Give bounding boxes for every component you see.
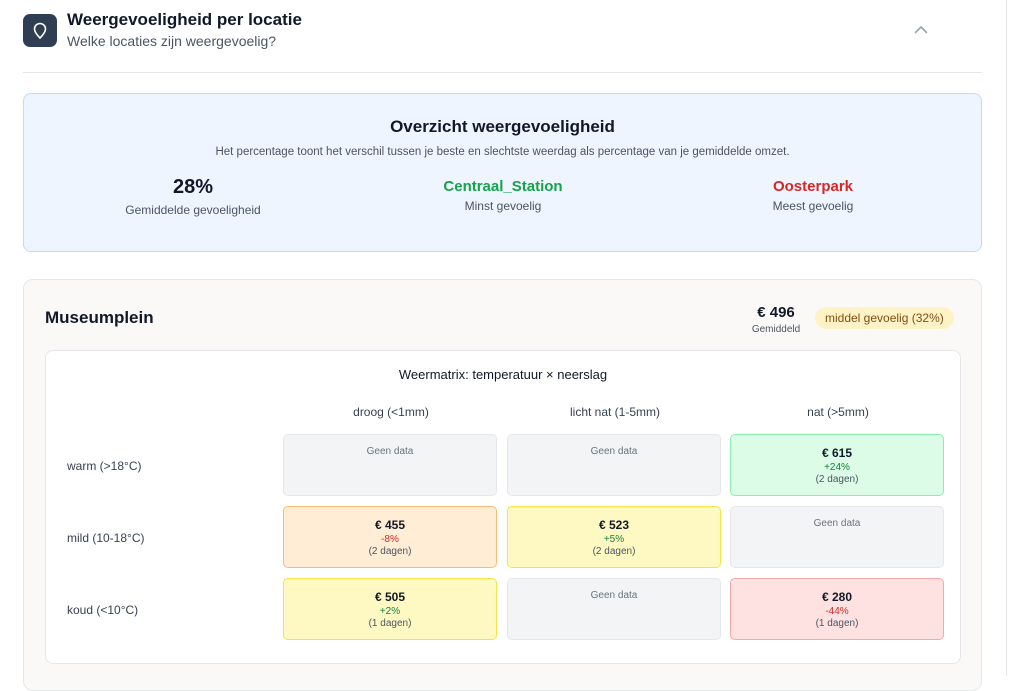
matrix-cell: Geen data xyxy=(507,434,721,496)
stat-most-value: Oosterpark xyxy=(772,178,854,195)
matrix-cell: € 280 -44% (1 dagen) xyxy=(730,578,944,640)
no-data-text: Geen data xyxy=(590,590,638,601)
matrix-title: Weermatrix: temperatuur × neerslag xyxy=(398,367,608,382)
stat-least-sensitive: Centraal_Station Minst gevoelig xyxy=(383,178,623,213)
column-header-dry: droog (<1mm) xyxy=(353,405,429,419)
location-average-label: Gemiddeld xyxy=(751,324,801,335)
cell-days: (1 dagen) xyxy=(368,618,412,629)
cell-percentage: -44% xyxy=(825,606,849,617)
overview-description: Het percentage toont het verschil tussen… xyxy=(215,146,790,158)
weather-matrix: Weermatrix: temperatuur × neerslag droog… xyxy=(45,350,961,664)
chevron-up-icon[interactable] xyxy=(911,20,931,40)
location-card: Museumplein € 496 Gemiddeld middel gevoe… xyxy=(23,279,982,691)
cell-percentage: +24% xyxy=(824,462,850,473)
matrix-cell: € 455 -8% (2 dagen) xyxy=(283,506,497,568)
column-header-light-wet: licht nat (1-5mm) xyxy=(569,405,661,419)
cell-percentage: +2% xyxy=(379,606,401,617)
no-data-text: Geen data xyxy=(590,446,638,457)
cell-percentage: -8% xyxy=(381,534,399,545)
matrix-cell: Geen data xyxy=(730,506,944,568)
stat-least-value: Centraal_Station xyxy=(443,178,563,195)
stat-most-sensitive: Oosterpark Meest gevoelig xyxy=(693,178,933,213)
matrix-cell: Geen data xyxy=(283,434,497,496)
cell-amount: € 523 xyxy=(598,518,630,532)
stat-most-label: Meest gevoelig xyxy=(772,199,854,213)
stat-average-label: Gemiddelde gevoeligheid xyxy=(125,203,261,217)
row-header-cold: koud (<10°C) xyxy=(67,603,139,617)
cell-days: (2 dagen) xyxy=(368,546,412,557)
map-pin-icon xyxy=(23,14,57,47)
stat-least-label: Minst gevoelig xyxy=(464,199,542,213)
cell-days: (1 dagen) xyxy=(815,618,859,629)
location-average-value: € 496 xyxy=(757,304,795,321)
cell-amount: € 615 xyxy=(821,446,853,460)
location-average: € 496 Gemiddeld xyxy=(740,304,812,335)
no-data-text: Geen data xyxy=(813,518,861,529)
matrix-cell: € 523 +5% (2 dagen) xyxy=(507,506,721,568)
section-header[interactable]: Weergevoeligheid per locatie Welke locat… xyxy=(23,0,982,73)
matrix-cell: € 615 +24% (2 dagen) xyxy=(730,434,944,496)
cell-amount: € 455 xyxy=(374,518,406,532)
stat-average: 28% Gemiddelde gevoeligheid xyxy=(73,176,313,217)
section-title: Weergevoeligheid per locatie xyxy=(67,10,302,29)
sensitivity-badge: middel gevoelig (32%) xyxy=(815,307,954,329)
cell-days: (2 dagen) xyxy=(592,546,636,557)
row-header-warm: warm (>18°C) xyxy=(67,459,142,473)
matrix-cell: Geen data xyxy=(507,578,721,640)
column-header-wet: nat (>5mm) xyxy=(807,405,869,419)
location-name: Museumplein xyxy=(45,308,154,327)
matrix-cell: € 505 +2% (1 dagen) xyxy=(283,578,497,640)
cell-days: (2 dagen) xyxy=(815,474,859,485)
stat-average-value: 28% xyxy=(172,176,214,198)
section-subtitle: Welke locaties zijn weergevoelig? xyxy=(67,33,277,49)
page-right-border xyxy=(1006,0,1007,676)
cell-percentage: +5% xyxy=(603,534,625,545)
cell-amount: € 505 xyxy=(374,590,406,604)
no-data-text: Geen data xyxy=(366,446,414,457)
overview-panel: Overzicht weergevoeligheid Het percentag… xyxy=(23,93,982,252)
cell-amount: € 280 xyxy=(821,590,853,604)
row-header-mild: mild (10-18°C) xyxy=(67,531,145,545)
overview-title: Overzicht weergevoeligheid xyxy=(390,117,615,136)
